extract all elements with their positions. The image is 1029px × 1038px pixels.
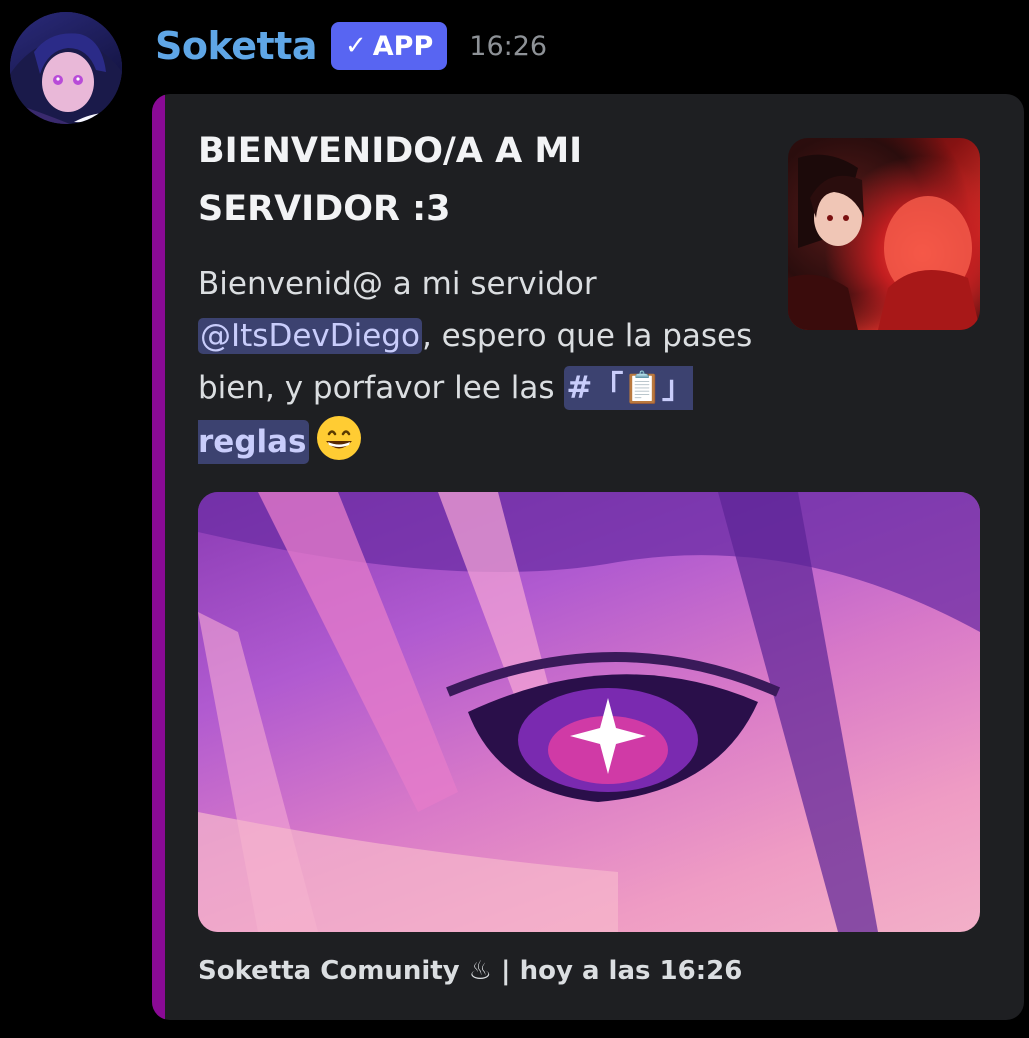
embed-thumbnail[interactable] — [788, 138, 980, 330]
grinning-face-emoji — [316, 416, 361, 460]
username[interactable]: Soketta — [155, 24, 317, 68]
check-icon: ✓ — [344, 31, 367, 61]
embed-footer: Soketta Comunity ♨ | hoy a las 16:26 — [198, 956, 743, 986]
embed: BIENVENIDO/A A MI SERVIDOR :3 Bienvenid@… — [152, 94, 1024, 1020]
embed-image-art — [198, 492, 980, 932]
embed-image[interactable] — [198, 492, 980, 932]
description-text: Bienvenid@ a mi servidor — [198, 266, 597, 302]
user-mention[interactable]: @ItsDevDiego — [198, 318, 422, 354]
avatar[interactable] — [10, 12, 122, 124]
message-timestamp[interactable]: 16:26 — [469, 31, 547, 62]
app-badge-label: APP — [372, 30, 434, 62]
app-badge: ✓ APP — [330, 22, 448, 70]
embed-title: BIENVENIDO/A A MI SERVIDOR :3 — [198, 131, 583, 229]
thumbnail-image — [788, 154, 980, 330]
embed-accent-bar — [152, 94, 165, 1020]
message-header: Soketta ✓ APP 16:26 — [155, 16, 547, 76]
embed-description: Bienvenid@ a mi servidor @ItsDevDiego, e… — [198, 258, 758, 468]
avatar-image — [10, 12, 122, 124]
